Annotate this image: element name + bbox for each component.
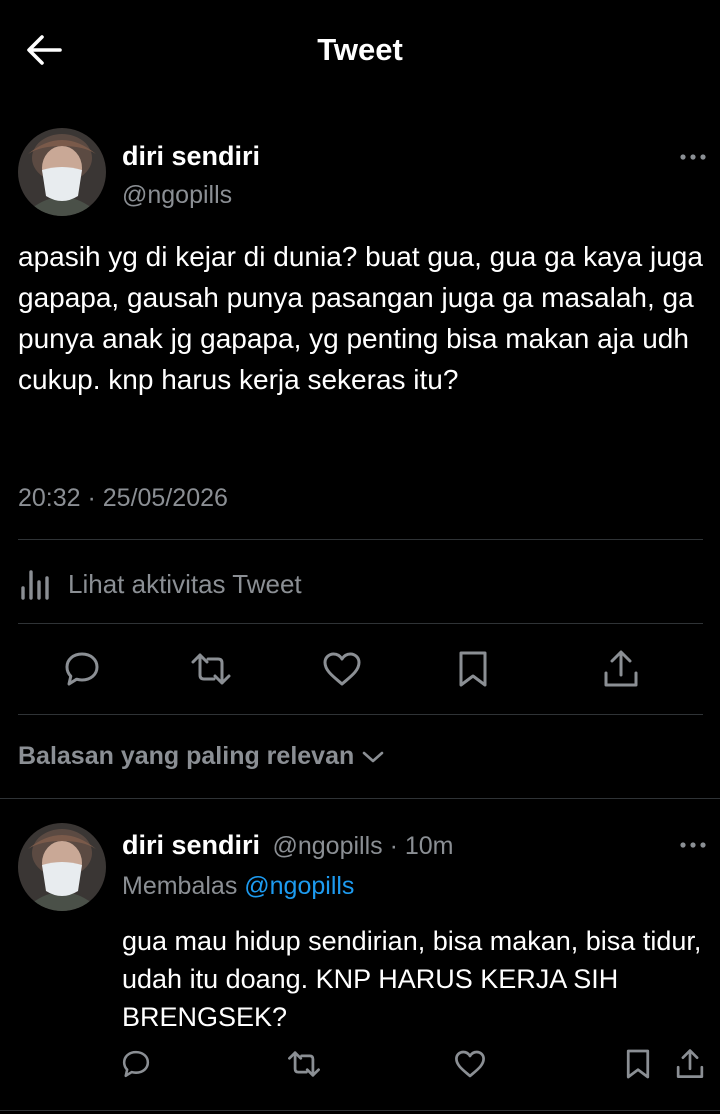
divider [18, 539, 703, 540]
meta-separator: · [382, 832, 405, 860]
reply-retweet-button[interactable] [285, 1046, 323, 1082]
share-button[interactable] [599, 647, 643, 691]
heart-icon [455, 1050, 485, 1078]
top-bar: Tweet [0, 0, 720, 100]
more-options-button[interactable] [678, 152, 708, 162]
author-handle[interactable]: @ngopills [122, 181, 232, 210]
reply-like-button[interactable] [452, 1046, 488, 1082]
reply-author-handle[interactable]: @ngopills [273, 832, 383, 860]
reply-button[interactable] [60, 647, 104, 691]
reply-author-name[interactable]: diri sendiri [122, 830, 260, 860]
comment-icon [65, 652, 99, 686]
divider [18, 714, 703, 715]
reply-share-button[interactable] [672, 1046, 708, 1082]
bar-chart-icon [21, 570, 49, 600]
share-icon [604, 650, 638, 687]
chevron-down-icon [362, 751, 384, 762]
tweet-timestamp: 20:32 · 25/05/2026 [18, 484, 228, 512]
bookmark-button[interactable] [451, 647, 495, 691]
reply-bookmark-button[interactable] [620, 1046, 656, 1082]
reply-time: 10m [404, 832, 454, 860]
reply-header: diri sendiri @ngopills · 10m [122, 830, 454, 861]
reply-text: gua mau hidup sendirian, bisa makan, bis… [122, 926, 702, 1032]
retweet-button[interactable] [188, 647, 234, 691]
replying-to: Membalas @ngopills [122, 872, 354, 901]
more-horizontal-icon [680, 154, 706, 160]
view-activity-label: Lihat aktivitas Tweet [68, 568, 302, 599]
like-button[interactable] [319, 647, 365, 691]
avatar-image [18, 128, 106, 216]
replies-sort-label: Balasan yang paling relevan [18, 742, 355, 770]
divider [0, 1110, 720, 1111]
divider [0, 798, 720, 799]
share-icon [676, 1049, 704, 1078]
retweet-icon [191, 653, 231, 685]
divider [18, 623, 703, 624]
heart-icon [323, 652, 361, 686]
avatar-image [18, 823, 106, 911]
author-name[interactable]: diri sendiri [122, 141, 260, 172]
reply-more-options-button[interactable] [678, 840, 708, 850]
reply-reply-button[interactable] [118, 1046, 154, 1082]
retweet-icon [288, 1051, 320, 1077]
bookmark-icon [626, 1049, 650, 1079]
comment-icon [122, 1050, 150, 1078]
replying-to-mention[interactable]: @ngopills [244, 872, 354, 900]
bookmark-icon [459, 651, 487, 687]
replying-prefix: Membalas [122, 872, 245, 900]
reply-avatar[interactable] [18, 823, 106, 911]
replies-sort-dropdown[interactable]: Balasan yang paling relevan [18, 742, 386, 771]
more-horizontal-icon [680, 842, 706, 848]
tweet-text: apasih yg di kejar di dunia? buat gua, g… [18, 241, 703, 395]
avatar[interactable] [18, 128, 106, 216]
view-activity-link[interactable]: Lihat aktivitas Tweet [18, 562, 302, 606]
page-title: Tweet [317, 32, 403, 67]
